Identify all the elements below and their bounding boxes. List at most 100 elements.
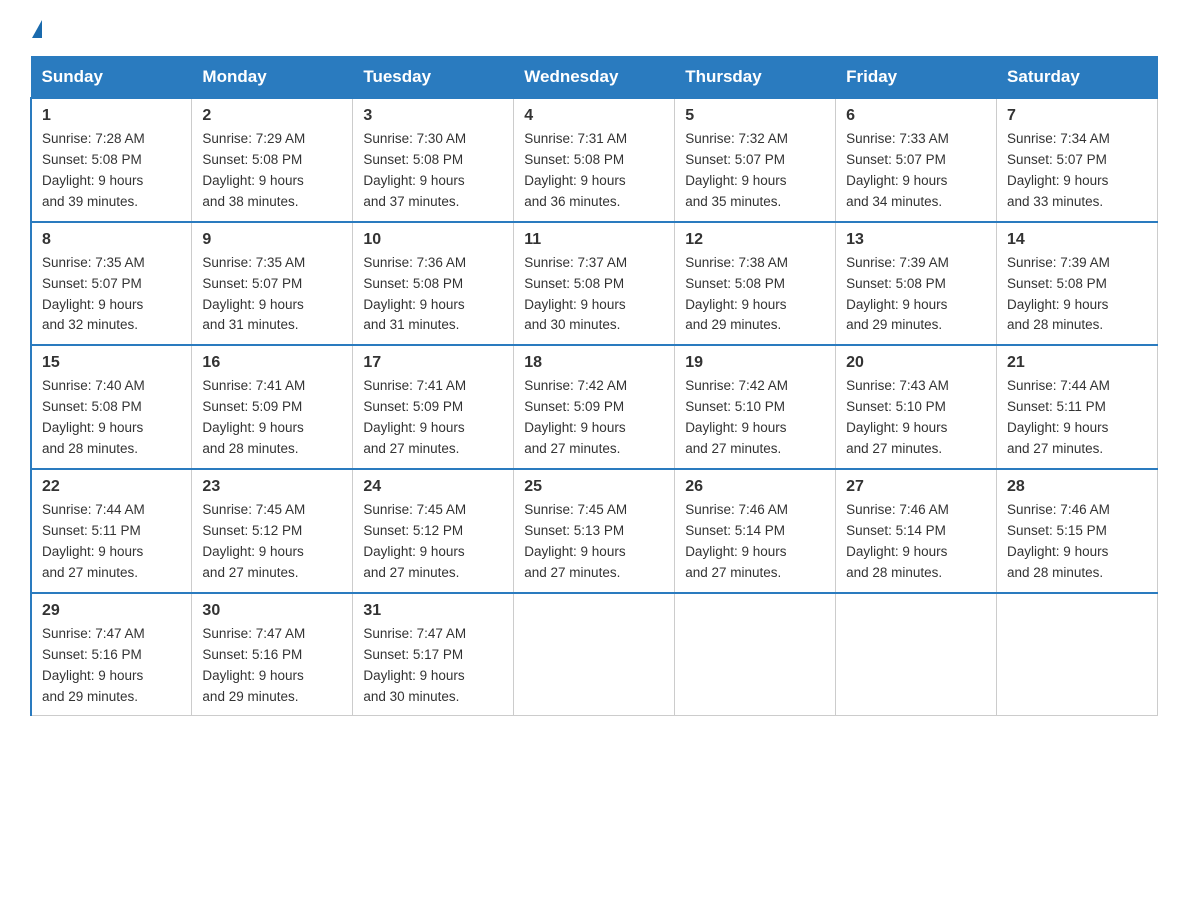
calendar-cell: 3 Sunrise: 7:30 AMSunset: 5:08 PMDaylight… (353, 98, 514, 222)
day-number: 8 (42, 231, 181, 249)
calendar-cell (997, 593, 1158, 716)
day-info: Sunrise: 7:46 AMSunset: 5:15 PMDaylight:… (1007, 502, 1110, 580)
column-header-thursday: Thursday (675, 57, 836, 99)
calendar-cell: 4 Sunrise: 7:31 AMSunset: 5:08 PMDaylight… (514, 98, 675, 222)
day-info: Sunrise: 7:36 AMSunset: 5:08 PMDaylight:… (363, 255, 466, 333)
day-number: 10 (363, 231, 503, 249)
day-number: 17 (363, 354, 503, 372)
calendar-header: SundayMondayTuesdayWednesdayThursdayFrid… (31, 57, 1158, 99)
day-info: Sunrise: 7:34 AMSunset: 5:07 PMDaylight:… (1007, 131, 1110, 209)
day-info: Sunrise: 7:39 AMSunset: 5:08 PMDaylight:… (1007, 255, 1110, 333)
day-number: 3 (363, 107, 503, 125)
day-number: 14 (1007, 231, 1147, 249)
calendar-cell: 11 Sunrise: 7:37 AMSunset: 5:08 PMDayligh… (514, 222, 675, 346)
day-info: Sunrise: 7:38 AMSunset: 5:08 PMDaylight:… (685, 255, 788, 333)
day-number: 22 (42, 478, 181, 496)
day-info: Sunrise: 7:29 AMSunset: 5:08 PMDaylight:… (202, 131, 305, 209)
calendar-cell: 22 Sunrise: 7:44 AMSunset: 5:11 PMDayligh… (31, 469, 192, 593)
calendar-cell: 15 Sunrise: 7:40 AMSunset: 5:08 PMDayligh… (31, 345, 192, 469)
day-number: 5 (685, 107, 825, 125)
calendar-cell: 8 Sunrise: 7:35 AMSunset: 5:07 PMDaylight… (31, 222, 192, 346)
day-info: Sunrise: 7:33 AMSunset: 5:07 PMDaylight:… (846, 131, 949, 209)
day-info: Sunrise: 7:47 AMSunset: 5:16 PMDaylight:… (42, 626, 145, 704)
day-info: Sunrise: 7:40 AMSunset: 5:08 PMDaylight:… (42, 378, 145, 456)
calendar-cell: 20 Sunrise: 7:43 AMSunset: 5:10 PMDayligh… (836, 345, 997, 469)
calendar-cell: 26 Sunrise: 7:46 AMSunset: 5:14 PMDayligh… (675, 469, 836, 593)
day-number: 12 (685, 231, 825, 249)
column-header-saturday: Saturday (997, 57, 1158, 99)
calendar-cell: 28 Sunrise: 7:46 AMSunset: 5:15 PMDayligh… (997, 469, 1158, 593)
calendar-cell: 19Sunrise: 7:42 AMSunset: 5:10 PMDayligh… (675, 345, 836, 469)
day-info: Sunrise: 7:44 AMSunset: 5:11 PMDaylight:… (1007, 378, 1110, 456)
calendar-cell: 1Sunrise: 7:28 AMSunset: 5:08 PMDaylight… (31, 98, 192, 222)
day-info: Sunrise: 7:45 AMSunset: 5:12 PMDaylight:… (202, 502, 305, 580)
calendar-cell: 6Sunrise: 7:33 AMSunset: 5:07 PMDaylight… (836, 98, 997, 222)
day-number: 29 (42, 602, 181, 620)
calendar-cell: 17 Sunrise: 7:41 AMSunset: 5:09 PMDayligh… (353, 345, 514, 469)
calendar-cell: 31 Sunrise: 7:47 AMSunset: 5:17 PMDayligh… (353, 593, 514, 716)
calendar-cell: 12 Sunrise: 7:38 AMSunset: 5:08 PMDayligh… (675, 222, 836, 346)
page-header (30, 20, 1158, 36)
day-info: Sunrise: 7:30 AMSunset: 5:08 PMDaylight:… (363, 131, 466, 209)
calendar-week-row: 15 Sunrise: 7:40 AMSunset: 5:08 PMDayligh… (31, 345, 1158, 469)
column-header-wednesday: Wednesday (514, 57, 675, 99)
day-number: 15 (42, 354, 181, 372)
day-number: 31 (363, 602, 503, 620)
day-info: Sunrise: 7:35 AMSunset: 5:07 PMDaylight:… (42, 255, 145, 333)
day-number: 13 (846, 231, 986, 249)
day-number: 16 (202, 354, 342, 372)
calendar-cell: 13 Sunrise: 7:39 AMSunset: 5:08 PMDayligh… (836, 222, 997, 346)
calendar-cell: 24Sunrise: 7:45 AMSunset: 5:12 PMDayligh… (353, 469, 514, 593)
calendar-body: 1Sunrise: 7:28 AMSunset: 5:08 PMDaylight… (31, 98, 1158, 716)
calendar-cell: 9Sunrise: 7:35 AMSunset: 5:07 PMDaylight… (192, 222, 353, 346)
day-info: Sunrise: 7:35 AMSunset: 5:07 PMDaylight:… (202, 255, 305, 333)
calendar-cell: 16 Sunrise: 7:41 AMSunset: 5:09 PMDayligh… (192, 345, 353, 469)
calendar-cell: 14 Sunrise: 7:39 AMSunset: 5:08 PMDayligh… (997, 222, 1158, 346)
calendar-cell: 29 Sunrise: 7:47 AMSunset: 5:16 PMDayligh… (31, 593, 192, 716)
calendar-week-row: 8 Sunrise: 7:35 AMSunset: 5:07 PMDaylight… (31, 222, 1158, 346)
calendar-cell: 5Sunrise: 7:32 AMSunset: 5:07 PMDaylight… (675, 98, 836, 222)
day-info: Sunrise: 7:31 AMSunset: 5:08 PMDaylight:… (524, 131, 627, 209)
logo-triangle-icon (32, 20, 42, 38)
day-info: Sunrise: 7:45 AMSunset: 5:13 PMDaylight:… (524, 502, 627, 580)
day-info: Sunrise: 7:47 AMSunset: 5:16 PMDaylight:… (202, 626, 305, 704)
column-header-sunday: Sunday (31, 57, 192, 99)
calendar-cell: 18 Sunrise: 7:42 AMSunset: 5:09 PMDayligh… (514, 345, 675, 469)
calendar-cell: 27 Sunrise: 7:46 AMSunset: 5:14 PMDayligh… (836, 469, 997, 593)
calendar-cell: 10 Sunrise: 7:36 AMSunset: 5:08 PMDayligh… (353, 222, 514, 346)
day-info: Sunrise: 7:44 AMSunset: 5:11 PMDaylight:… (42, 502, 145, 580)
day-number: 21 (1007, 354, 1147, 372)
day-info: Sunrise: 7:41 AMSunset: 5:09 PMDaylight:… (363, 378, 466, 456)
day-number: 20 (846, 354, 986, 372)
day-info: Sunrise: 7:46 AMSunset: 5:14 PMDaylight:… (846, 502, 949, 580)
day-number: 2 (202, 107, 342, 125)
calendar-cell (836, 593, 997, 716)
day-info: Sunrise: 7:47 AMSunset: 5:17 PMDaylight:… (363, 626, 466, 704)
day-number: 11 (524, 231, 664, 249)
column-header-friday: Friday (836, 57, 997, 99)
calendar-cell: 30 Sunrise: 7:47 AMSunset: 5:16 PMDayligh… (192, 593, 353, 716)
day-info: Sunrise: 7:46 AMSunset: 5:14 PMDaylight:… (685, 502, 788, 580)
calendar-week-row: 1Sunrise: 7:28 AMSunset: 5:08 PMDaylight… (31, 98, 1158, 222)
day-number: 30 (202, 602, 342, 620)
calendar-cell (675, 593, 836, 716)
calendar-week-row: 22 Sunrise: 7:44 AMSunset: 5:11 PMDayligh… (31, 469, 1158, 593)
calendar-cell: 23Sunrise: 7:45 AMSunset: 5:12 PMDayligh… (192, 469, 353, 593)
day-number: 4 (524, 107, 664, 125)
column-header-tuesday: Tuesday (353, 57, 514, 99)
day-info: Sunrise: 7:41 AMSunset: 5:09 PMDaylight:… (202, 378, 305, 456)
calendar-week-row: 29 Sunrise: 7:47 AMSunset: 5:16 PMDayligh… (31, 593, 1158, 716)
day-number: 26 (685, 478, 825, 496)
day-info: Sunrise: 7:42 AMSunset: 5:10 PMDaylight:… (685, 378, 788, 456)
day-info: Sunrise: 7:42 AMSunset: 5:09 PMDaylight:… (524, 378, 627, 456)
logo (30, 20, 42, 36)
day-number: 28 (1007, 478, 1147, 496)
day-number: 18 (524, 354, 664, 372)
day-info: Sunrise: 7:39 AMSunset: 5:08 PMDaylight:… (846, 255, 949, 333)
day-number: 27 (846, 478, 986, 496)
day-number: 1 (42, 107, 181, 125)
day-info: Sunrise: 7:43 AMSunset: 5:10 PMDaylight:… (846, 378, 949, 456)
day-number: 7 (1007, 107, 1147, 125)
column-header-monday: Monday (192, 57, 353, 99)
day-info: Sunrise: 7:37 AMSunset: 5:08 PMDaylight:… (524, 255, 627, 333)
